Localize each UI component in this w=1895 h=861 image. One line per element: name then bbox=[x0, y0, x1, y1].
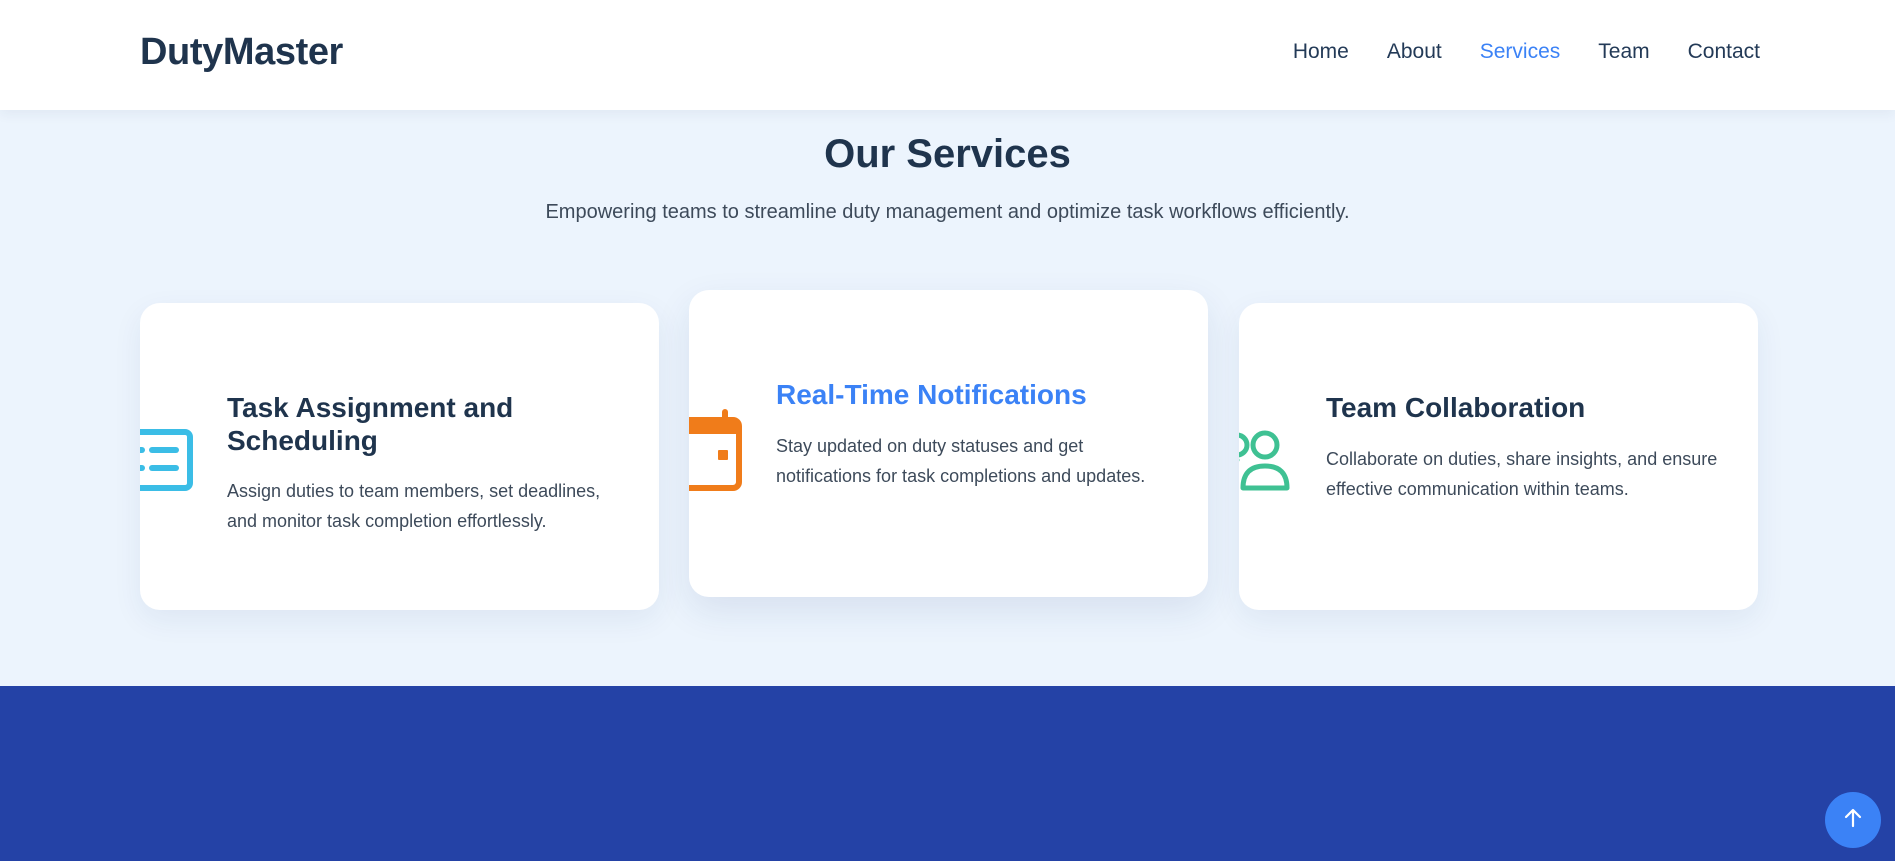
card-title: Real-Time Notifications bbox=[776, 379, 1087, 410]
card-description: Stay updated on duty statuses and get no… bbox=[776, 436, 1146, 486]
card-title: Task Assignment and Scheduling bbox=[227, 392, 514, 456]
team-users-icon bbox=[1239, 428, 1297, 496]
service-card-task-assignment[interactable]: Task Assignment and Scheduling Assign du… bbox=[140, 303, 659, 610]
nav-link-team[interactable]: Team bbox=[1598, 40, 1649, 64]
main-nav: Home About Services Team Contact bbox=[1293, 40, 1760, 64]
nav-link-contact[interactable]: Contact bbox=[1688, 40, 1760, 64]
scroll-to-top-button[interactable] bbox=[1825, 792, 1881, 848]
arrow-up-icon bbox=[1842, 807, 1864, 834]
nav-link-home[interactable]: Home bbox=[1293, 40, 1349, 64]
card-description: Collaborate on duties, share insights, a… bbox=[1326, 449, 1718, 499]
site-logo[interactable]: DutyMaster bbox=[140, 31, 343, 74]
calendar-icon bbox=[689, 408, 747, 492]
card-description: Assign duties to team members, set deadl… bbox=[227, 481, 601, 531]
nav-link-services[interactable]: Services bbox=[1480, 40, 1561, 64]
footer-section bbox=[0, 686, 1895, 861]
card-title: Team Collaboration bbox=[1326, 392, 1586, 423]
section-title: Our Services bbox=[824, 132, 1071, 176]
task-list-icon bbox=[140, 428, 196, 492]
services-section: Our Services Empowering teams to streaml… bbox=[0, 110, 1895, 686]
section-subtitle: Empowering teams to streamline duty mana… bbox=[545, 201, 1350, 223]
site-header: DutyMaster Home About Services Team Cont… bbox=[0, 0, 1895, 110]
service-card-notifications[interactable]: Real-Time Notifications Stay updated on … bbox=[689, 290, 1208, 597]
nav-link-about[interactable]: About bbox=[1387, 40, 1442, 64]
service-card-collaboration[interactable]: Team Collaboration Collaborate on duties… bbox=[1239, 303, 1758, 610]
